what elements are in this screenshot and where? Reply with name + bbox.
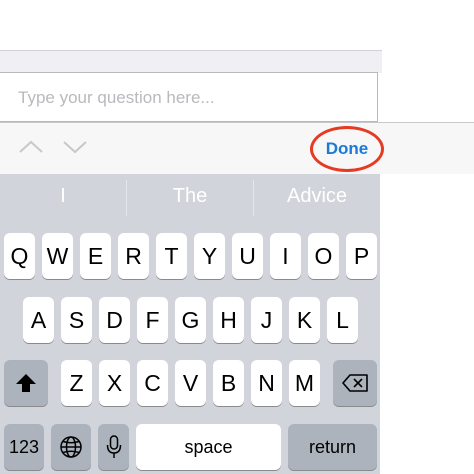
backspace-icon (342, 374, 368, 392)
key-n[interactable]: N (251, 360, 282, 406)
space-key[interactable]: space (136, 424, 281, 470)
key-i[interactable]: I (270, 233, 301, 279)
key-o[interactable]: O (308, 233, 339, 279)
key-m[interactable]: M (289, 360, 320, 406)
shift-icon (16, 374, 36, 392)
key-e[interactable]: E (80, 233, 111, 279)
microphone-icon (106, 435, 121, 458)
globe-key[interactable] (51, 424, 91, 470)
key-t[interactable]: T (156, 233, 187, 279)
key-a[interactable]: A (23, 297, 54, 343)
return-key[interactable]: return (288, 424, 377, 470)
key-r[interactable]: R (118, 233, 149, 279)
key-v[interactable]: V (175, 360, 206, 406)
numbers-key[interactable]: 123 (4, 424, 44, 470)
key-p[interactable]: P (346, 233, 377, 279)
done-label: Done (325, 139, 369, 158)
key-d[interactable]: D (99, 297, 130, 343)
key-h[interactable]: H (213, 297, 244, 343)
key-y[interactable]: Y (194, 233, 225, 279)
key-l[interactable]: L (327, 297, 358, 343)
key-b[interactable]: B (213, 360, 244, 406)
key-c[interactable]: C (137, 360, 168, 406)
key-w[interactable]: W (42, 233, 73, 279)
shift-key[interactable] (4, 360, 48, 406)
key-g[interactable]: G (175, 297, 206, 343)
key-s[interactable]: S (61, 297, 92, 343)
suggestion-3[interactable]: Advice (254, 174, 380, 218)
suggestion-2[interactable]: The (127, 174, 253, 218)
content-header (0, 50, 382, 73)
key-u[interactable]: U (232, 233, 263, 279)
microphone-key[interactable] (98, 424, 129, 470)
chevron-down-icon[interactable] (62, 140, 88, 154)
globe-icon (60, 436, 82, 458)
delete-key[interactable] (333, 360, 377, 406)
suggestion-1[interactable]: I (0, 174, 126, 218)
right-blank-area (380, 174, 474, 474)
key-q[interactable]: Q (4, 233, 35, 279)
key-z[interactable]: Z (61, 360, 92, 406)
key-f[interactable]: F (137, 297, 168, 343)
key-k[interactable]: K (289, 297, 320, 343)
chevron-up-icon[interactable] (18, 140, 44, 154)
key-j[interactable]: J (251, 297, 282, 343)
key-x[interactable]: X (99, 360, 130, 406)
done-button[interactable]: Done (310, 126, 384, 172)
question-placeholder: Type your question here... (18, 88, 215, 107)
